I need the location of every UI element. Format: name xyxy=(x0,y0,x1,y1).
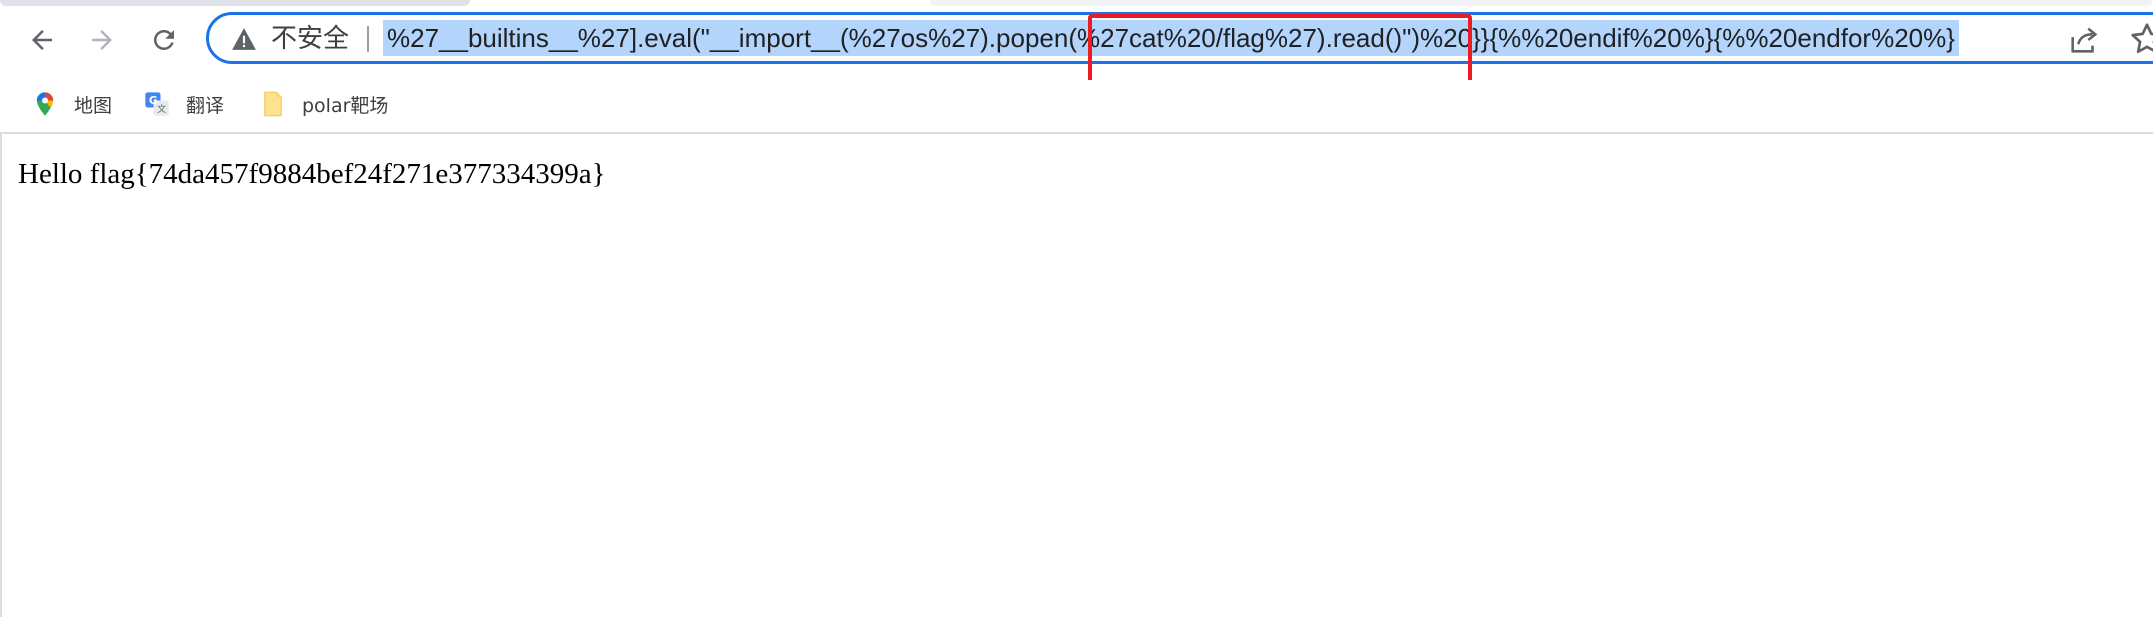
bookmarks-bar: 地图 G 文 翻译 polar靶场 xyxy=(0,80,2153,134)
svg-text:文: 文 xyxy=(157,103,166,115)
bookmark-label: polar靶场 xyxy=(302,94,389,117)
google-maps-icon xyxy=(30,89,60,119)
tab-edge[interactable] xyxy=(0,0,470,6)
warning-icon[interactable] xyxy=(231,27,257,51)
reload-button[interactable] xyxy=(142,18,186,62)
page-output-text: Hello flag{74da457f9884bef24f271e3773343… xyxy=(18,158,606,190)
url-text[interactable]: %27__builtins__%27].eval("__import__(%27… xyxy=(383,20,1959,56)
folder-icon xyxy=(258,89,288,119)
forward-button[interactable] xyxy=(80,18,124,62)
browser-window: 不安全 %27__builtins__%27].eval("__import__… xyxy=(0,0,2153,617)
share-icon[interactable] xyxy=(2067,23,2101,57)
back-arrow-icon xyxy=(32,30,52,50)
address-bar[interactable]: 不安全 %27__builtins__%27].eval("__import__… xyxy=(206,12,2153,64)
bookmark-label: 地图 xyxy=(74,94,113,117)
bookmark-label: 翻译 xyxy=(186,94,225,117)
page-content: Hello flag{74da457f9884bef24f271e3773343… xyxy=(0,134,2153,617)
google-translate-icon: G 文 xyxy=(142,89,172,119)
tab-edge[interactable] xyxy=(930,0,2153,6)
browser-toolbar: 不安全 %27__builtins__%27].eval("__import__… xyxy=(0,8,2153,71)
address-separator xyxy=(367,26,369,52)
tab-strip xyxy=(0,0,2153,8)
forward-arrow-icon xyxy=(92,30,112,50)
security-status-label[interactable]: 不安全 xyxy=(271,22,349,56)
bookmark-polar[interactable]: polar靶场 xyxy=(250,84,396,124)
back-button[interactable] xyxy=(20,18,64,62)
reload-icon xyxy=(153,29,174,50)
bookmark-translate[interactable]: G 文 翻译 xyxy=(134,84,232,124)
star-icon[interactable] xyxy=(2129,21,2153,57)
bookmark-maps[interactable]: 地图 xyxy=(22,84,120,124)
